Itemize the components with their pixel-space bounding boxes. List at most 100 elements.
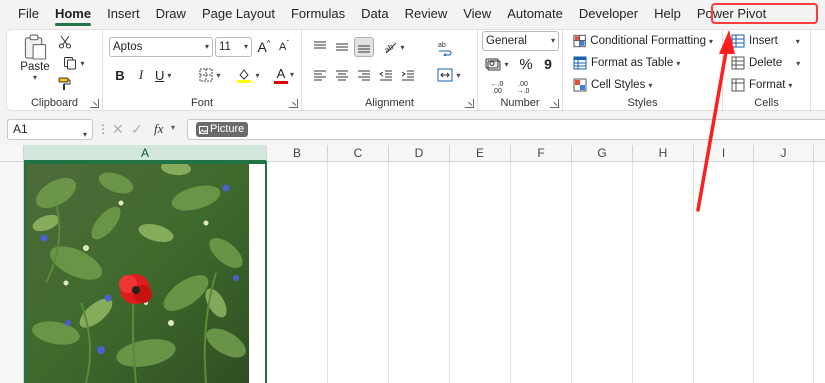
merge-center-button[interactable]: ▾ bbox=[434, 65, 464, 85]
chevron-down-icon: ▾ bbox=[216, 70, 221, 80]
align-right-button[interactable] bbox=[354, 65, 374, 85]
cell-styles-icon bbox=[573, 78, 587, 92]
column-header-h[interactable]: H bbox=[633, 145, 694, 162]
number-format-dropdown[interactable]: General ▾ bbox=[482, 31, 559, 51]
delete-cells-label: Delete bbox=[749, 57, 783, 69]
font-size-dropdown[interactable]: 11 ▾ bbox=[215, 37, 252, 57]
table-icon bbox=[573, 56, 587, 70]
cut-button[interactable] bbox=[57, 34, 73, 50]
wrap-text-button[interactable]: ab bbox=[434, 37, 456, 59]
tab-page-layout[interactable]: Page Layout bbox=[194, 0, 283, 28]
align-right-icon bbox=[358, 70, 370, 81]
selection-border bbox=[24, 162, 267, 383]
more-options-icon[interactable]: ⋮ bbox=[97, 123, 109, 135]
borders-button[interactable]: ▾ bbox=[195, 65, 225, 85]
column-header-c[interactable]: C bbox=[328, 145, 389, 162]
tab-file[interactable]: File bbox=[10, 0, 47, 28]
copy-icon bbox=[64, 57, 77, 70]
font-color-icon: A bbox=[276, 66, 286, 81]
format-painter-button[interactable] bbox=[57, 76, 73, 92]
accounting-format-button[interactable]: ▾ bbox=[482, 54, 512, 74]
row-header-strip[interactable] bbox=[0, 162, 24, 383]
insert-cells-label: Insert bbox=[749, 35, 778, 47]
select-all-corner[interactable] bbox=[0, 145, 24, 162]
font-color-button[interactable]: A ▾ bbox=[266, 65, 296, 85]
align-center-button[interactable] bbox=[332, 65, 352, 85]
chevron-down-icon: ▾ bbox=[550, 36, 555, 45]
column-header-j[interactable]: J bbox=[754, 145, 814, 162]
currency-icon bbox=[485, 58, 501, 71]
font-group-label: Font bbox=[190, 97, 213, 109]
column-header-a[interactable]: A bbox=[24, 145, 267, 162]
chevron-down-icon: ▾ bbox=[648, 80, 653, 90]
clipboard-group-label: Clipboard bbox=[30, 97, 79, 109]
borders-icon bbox=[199, 68, 213, 82]
number-launcher-icon[interactable] bbox=[550, 99, 559, 108]
top-align-button[interactable] bbox=[310, 37, 330, 57]
column-header-f[interactable]: F bbox=[511, 145, 572, 162]
decrease-indent-button[interactable] bbox=[376, 65, 396, 85]
alignment-group-label: Alignment bbox=[365, 97, 414, 109]
tab-draw[interactable]: Draw bbox=[148, 0, 194, 28]
tab-automate[interactable]: Automate bbox=[499, 0, 571, 28]
column-header-k[interactable] bbox=[814, 145, 825, 162]
underline-button[interactable]: U ▾ bbox=[152, 65, 182, 85]
chevron-down-icon: ▾ bbox=[504, 59, 509, 69]
enter-icon[interactable]: ✓ bbox=[131, 122, 143, 136]
clipboard-launcher-icon[interactable] bbox=[90, 99, 99, 108]
tab-developer[interactable]: Developer bbox=[571, 0, 646, 28]
paste-icon bbox=[24, 34, 47, 60]
alignment-launcher-icon[interactable] bbox=[465, 99, 474, 108]
paintbrush-icon bbox=[58, 77, 71, 90]
align-left-button[interactable] bbox=[310, 65, 330, 85]
insert-function-button[interactable]: fx bbox=[154, 121, 163, 137]
underline-icon: U bbox=[155, 67, 165, 83]
bottom-align-button[interactable] bbox=[354, 37, 374, 57]
tab-formulas[interactable]: Formulas bbox=[283, 0, 353, 28]
scissors-icon bbox=[59, 35, 71, 49]
clipboard-group: Paste ▾ ▾ Clipboard bbox=[7, 30, 103, 112]
fill-color-button[interactable]: ▾ bbox=[233, 65, 263, 85]
increase-indent-button[interactable] bbox=[398, 65, 418, 85]
column-header-d[interactable]: D bbox=[389, 145, 450, 162]
percent-style-button[interactable]: % bbox=[516, 54, 536, 74]
gridline bbox=[571, 162, 572, 383]
gridline bbox=[632, 162, 633, 383]
tab-view[interactable]: View bbox=[455, 0, 499, 28]
picture-icon bbox=[199, 125, 208, 134]
grow-font-button[interactable]: A ^ bbox=[255, 37, 273, 57]
increase-decimal-button[interactable]: ←.0 .00 bbox=[486, 78, 508, 98]
number-group: General ▾ ▾ % 9 ←.0 .00 .00 →.0 Number bbox=[478, 30, 563, 112]
shrink-font-button[interactable]: Aˇ bbox=[275, 37, 293, 57]
column-header-e[interactable]: E bbox=[450, 145, 511, 162]
paste-button[interactable]: Paste ▾ bbox=[13, 34, 57, 82]
tab-data[interactable]: Data bbox=[353, 0, 396, 28]
comma-style-button[interactable]: 9 bbox=[538, 54, 558, 74]
insert-cells-button[interactable]: Insert ▾ bbox=[731, 32, 809, 50]
italic-button[interactable]: I bbox=[132, 65, 150, 85]
column-header-g[interactable]: G bbox=[572, 145, 633, 162]
orientation-icon: ab bbox=[383, 42, 397, 54]
tab-insert[interactable]: Insert bbox=[99, 0, 148, 28]
bold-button[interactable]: B bbox=[111, 65, 129, 85]
middle-align-button[interactable] bbox=[332, 37, 352, 57]
format-cells-button[interactable]: Format ▾ bbox=[731, 76, 809, 94]
font-launcher-icon[interactable] bbox=[289, 99, 298, 108]
copy-button[interactable]: ▾ bbox=[57, 55, 91, 71]
font-name-dropdown[interactable]: Aptos ▾ bbox=[109, 37, 213, 57]
chevron-down-icon[interactable]: ▾ bbox=[171, 123, 175, 132]
delete-cells-button[interactable]: Delete ▾ bbox=[731, 54, 809, 72]
chevron-down-icon: ▾ bbox=[80, 58, 85, 68]
chevron-down-icon: ▾ bbox=[289, 70, 294, 79]
merge-cells-icon bbox=[437, 68, 453, 82]
decrease-decimal-button[interactable]: .00 →.0 bbox=[512, 78, 534, 98]
format-cells-label: Format bbox=[749, 79, 786, 91]
tab-help[interactable]: Help bbox=[646, 0, 689, 28]
column-header-b[interactable]: B bbox=[267, 145, 328, 162]
tab-review[interactable]: Review bbox=[397, 0, 456, 28]
annotation-highlight-box bbox=[711, 3, 818, 24]
cancel-icon[interactable]: ✕ bbox=[112, 122, 124, 136]
name-box[interactable]: A1 ▾ bbox=[7, 119, 93, 140]
tab-home[interactable]: Home bbox=[47, 0, 99, 28]
orientation-button[interactable]: ab ▾ bbox=[380, 37, 408, 57]
